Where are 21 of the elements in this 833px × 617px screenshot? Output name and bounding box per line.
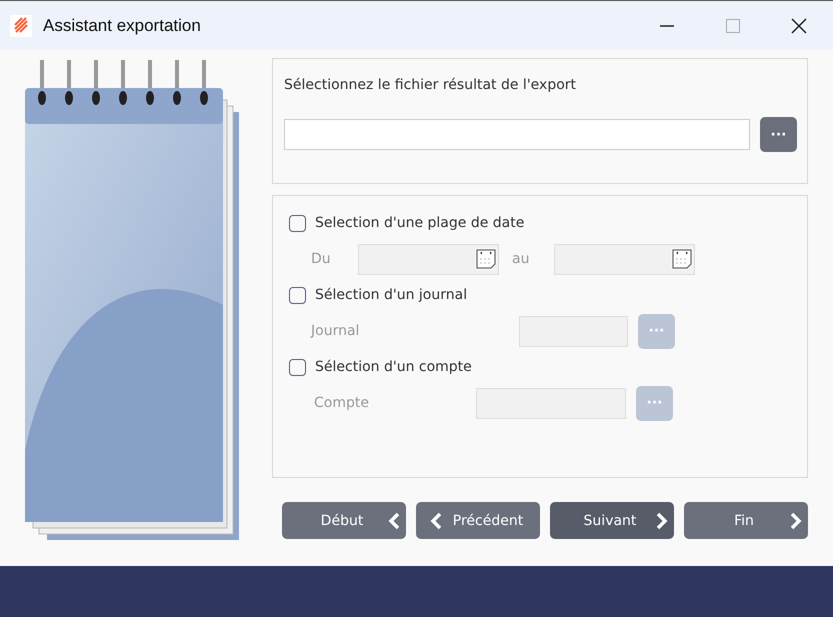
- file-prompt: Sélectionnez le fichier résultat de l'export: [284, 77, 578, 93]
- app-logo-icon: [10, 14, 32, 36]
- checkbox-label: Sélection d'un journal: [315, 287, 468, 303]
- window-title: Assistant exportation: [43, 16, 202, 36]
- chevron-icon: [430, 512, 442, 530]
- browse-button[interactable]: ···: [760, 117, 797, 152]
- to-label: au: [512, 251, 530, 267]
- nav-button[interactable]: Fin: [684, 502, 808, 539]
- field-label: Compte: [314, 395, 370, 411]
- checkbox-label: Selection d'une plage de date: [315, 215, 524, 231]
- chevron-icon: [388, 512, 400, 530]
- chevron-icon: [656, 512, 668, 530]
- file-path-field[interactable]: [284, 119, 750, 150]
- nav-button[interactable]: Suivant: [550, 502, 674, 539]
- close-icon[interactable]: [791, 18, 807, 34]
- nav-button[interactable]: Précédent: [416, 502, 540, 539]
- from-label: Du: [311, 251, 332, 267]
- chevron-icon: [790, 512, 802, 530]
- checkbox-label: Sélection d'un compte: [315, 359, 472, 375]
- field-label: Journal: [311, 323, 360, 339]
- nav-button[interactable]: Début: [282, 502, 406, 539]
